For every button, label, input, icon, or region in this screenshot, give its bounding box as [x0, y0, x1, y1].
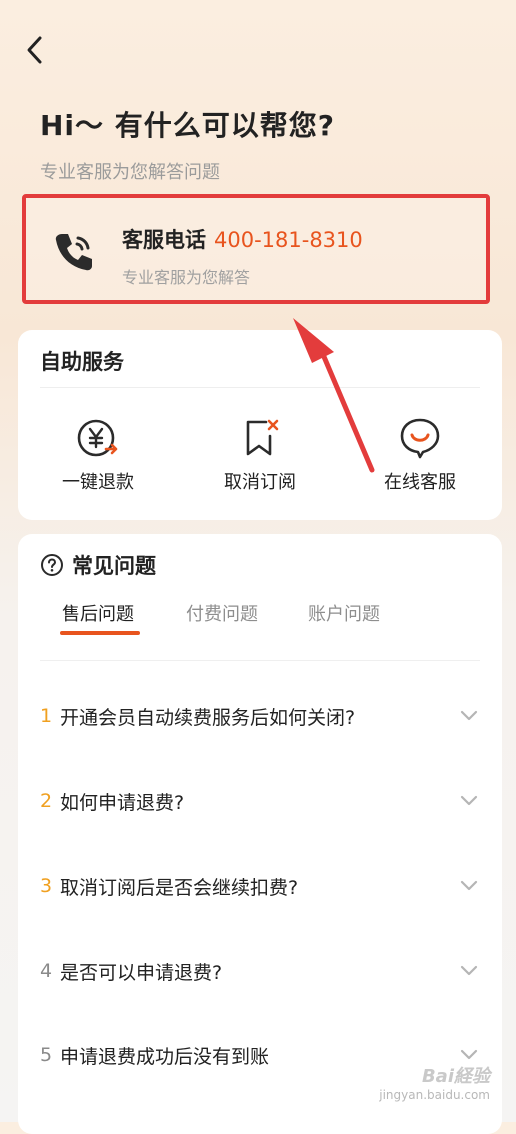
faq-item[interactable]: 1 开通会员自动续费服务后如何关闭?	[40, 696, 480, 736]
self-service-title: 自助服务	[40, 350, 124, 374]
faq-number: 3	[40, 875, 53, 897]
cancel-subscription-button[interactable]: 取消订阅	[180, 416, 340, 494]
phone-number[interactable]: 400-181-8310	[214, 228, 363, 252]
phone-label: 客服电话	[122, 228, 206, 252]
page-title: Hi～ 有什么可以帮您?	[40, 109, 336, 142]
faq-item[interactable]: 4 是否可以申请退费?	[40, 951, 480, 991]
tab-payment[interactable]: 付费问题	[186, 600, 258, 626]
faq-question: 取消订阅后是否会继续扣费?	[60, 876, 299, 899]
divider	[40, 660, 480, 661]
chevron-left-icon	[27, 36, 42, 64]
cancel-subscription-label: 取消订阅	[224, 472, 296, 493]
chevron-down-icon	[460, 1049, 478, 1060]
refund-label: 一键退款	[62, 472, 134, 493]
faq-number: 2	[40, 790, 53, 812]
faq-number: 5	[40, 1044, 53, 1066]
faq-item[interactable]: 2 如何申请退费?	[40, 781, 480, 821]
tab-account[interactable]: 账户问题	[308, 600, 380, 626]
customer-service-phone-card[interactable]: 客服电话 400-181-8310 专业客服为您解答	[22, 194, 490, 304]
question-circle-icon	[41, 554, 63, 576]
self-service-card: 自助服务 一键退款 取消订阅 在线客服	[18, 330, 502, 520]
online-service-label: 在线客服	[384, 472, 456, 493]
online-service-button[interactable]: 在线客服	[340, 416, 500, 494]
active-tab-indicator	[60, 631, 140, 635]
chevron-down-icon	[460, 795, 478, 806]
faq-question: 如何申请退费?	[60, 791, 185, 814]
faq-question: 开通会员自动续费服务后如何关闭?	[60, 706, 356, 729]
faq-header: 常见问题	[40, 550, 156, 580]
faq-item[interactable]: 3 取消订阅后是否会继续扣费?	[40, 866, 480, 906]
refund-button[interactable]: 一键退款	[18, 416, 178, 494]
page-subtitle: 专业客服为您解答问题	[40, 162, 220, 183]
faq-title: 常见问题	[72, 554, 156, 578]
bookmark-cancel-icon	[246, 419, 279, 456]
back-button[interactable]	[16, 30, 52, 70]
faq-number: 4	[40, 960, 53, 982]
divider	[40, 387, 480, 388]
chevron-down-icon	[460, 965, 478, 976]
watermark-url: jingyan.baidu.com	[379, 1088, 490, 1102]
faq-question: 是否可以申请退费?	[60, 961, 223, 984]
faq-card: 常见问题 售后问题 付费问题 账户问题 1 开通会员自动续费服务后如何关闭? 2…	[18, 534, 502, 1134]
yen-refund-icon	[77, 419, 118, 457]
chat-smile-icon	[400, 418, 440, 459]
phone-icon	[55, 234, 92, 271]
watermark-brand: Bai経验	[421, 1066, 490, 1087]
faq-number: 1	[40, 705, 53, 727]
phone-description: 专业客服为您解答	[122, 268, 251, 287]
chevron-down-icon	[460, 880, 478, 891]
tab-after-sales[interactable]: 售后问题	[62, 600, 134, 626]
chevron-down-icon	[460, 710, 478, 721]
watermark: Bai経验 jingyan.baidu.com	[379, 1062, 490, 1102]
